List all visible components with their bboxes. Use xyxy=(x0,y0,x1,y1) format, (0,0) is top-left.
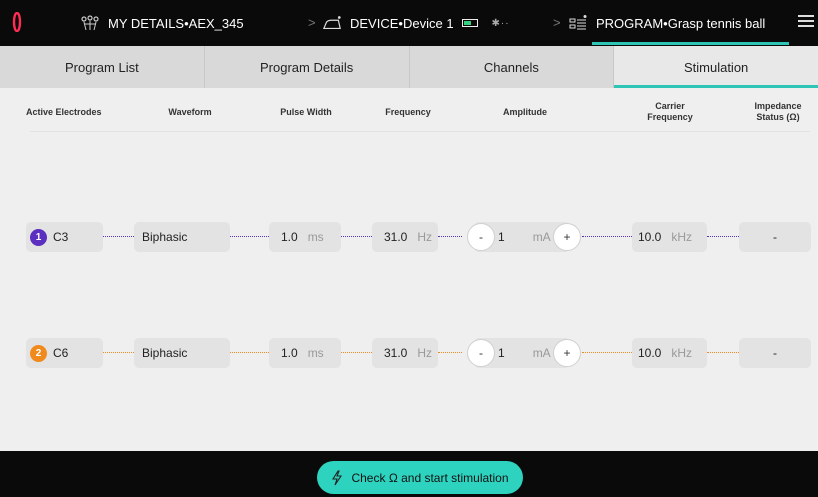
tab-program-list[interactable]: Program List xyxy=(0,46,205,88)
frequency-unit: Hz xyxy=(417,346,433,360)
amplitude-increase-button[interactable]: + xyxy=(553,339,581,367)
col-waveform: Waveform xyxy=(168,106,212,117)
pulse-width-field[interactable]: 1.0 ms xyxy=(269,222,341,252)
pulse-width-unit: ms xyxy=(307,346,324,360)
tab-bar: Program List Program Details Channels St… xyxy=(0,46,818,88)
row-connector xyxy=(707,352,739,353)
header-divider xyxy=(30,131,810,132)
amplitude-unit: mA xyxy=(532,230,551,244)
battery-icon xyxy=(461,19,478,27)
carrier-frequency-field[interactable]: 10.0 kHz xyxy=(632,222,707,252)
row-connector xyxy=(103,352,134,353)
electrode-name: C3 xyxy=(53,230,69,244)
stimulation-row-2: 2 C6 Biphasic 1.0 ms 31.0 Hz 1 mA - + 10… xyxy=(0,338,818,368)
waveform-field[interactable]: Biphasic xyxy=(134,338,230,368)
amplitude-decrease-button[interactable]: - xyxy=(467,223,495,251)
row-connector xyxy=(341,236,372,237)
carrier-unit: kHz xyxy=(671,346,693,360)
pulse-width-value: 1.0 xyxy=(281,230,298,244)
impedance-status: - xyxy=(739,222,811,252)
carrier-value: 10.0 xyxy=(638,346,662,360)
impedance-status: - xyxy=(739,338,811,368)
details-label: MY DETAILS xyxy=(108,15,185,31)
row-connector xyxy=(582,352,632,353)
tab-stimulation[interactable]: Stimulation xyxy=(614,46,818,88)
program-list-icon xyxy=(568,13,588,33)
top-bar: MY DETAILS • AEX_345 > DEVICE • Device 1… xyxy=(0,0,818,46)
pulse-width-field[interactable]: 1.0 ms xyxy=(269,338,341,368)
amplitude-increase-button[interactable]: + xyxy=(553,223,581,251)
col-impedance-status: Impedance Status (Ω) xyxy=(754,101,802,122)
pulse-width-value: 1.0 xyxy=(281,346,298,360)
device-label: DEVICE xyxy=(350,15,399,31)
electrode-name: C6 xyxy=(53,346,69,360)
amplitude-value: 1 xyxy=(498,346,505,360)
check-and-start-button[interactable]: Check Ω and start stimulation xyxy=(317,461,523,494)
row-connector xyxy=(230,352,269,353)
carrier-frequency-field[interactable]: 10.0 kHz xyxy=(632,338,707,368)
start-label: Check Ω and start stimulation xyxy=(351,470,509,485)
chevron-right-icon: > xyxy=(308,15,316,30)
carrier-unit: kHz xyxy=(671,230,693,244)
device-value: Device 1 xyxy=(402,15,454,31)
device-segment[interactable]: DEVICE • Device 1 ✱·· xyxy=(322,0,510,46)
program-segment[interactable]: PROGRAM • Grasp tennis ball xyxy=(568,0,765,46)
col-amplitude: Amplitude xyxy=(503,106,547,117)
row-connector xyxy=(438,352,462,353)
tab-program-details[interactable]: Program Details xyxy=(205,46,410,88)
my-details-segment[interactable]: MY DETAILS • AEX_345 xyxy=(80,0,244,46)
row-connector xyxy=(341,352,372,353)
electrode-chip: 2 C6 xyxy=(26,338,103,368)
col-frequency: Frequency xyxy=(385,106,431,117)
bluetooth-icon: ✱·· xyxy=(491,17,510,29)
amplitude-decrease-button[interactable]: - xyxy=(467,339,495,367)
row-connector xyxy=(582,236,632,237)
program-underline xyxy=(592,42,789,45)
frequency-value: 31.0 xyxy=(384,230,408,244)
col-carrier-frequency: Carrier Frequency xyxy=(647,101,693,122)
app-logo xyxy=(12,11,22,33)
frequency-field[interactable]: 31.0 Hz xyxy=(372,222,438,252)
tab-channels[interactable]: Channels xyxy=(410,46,615,88)
row-connector xyxy=(438,236,462,237)
hamburger-menu-icon[interactable] xyxy=(798,15,814,27)
person-network-icon xyxy=(80,13,100,33)
program-value: Grasp tennis ball xyxy=(667,15,766,31)
amplitude-unit: mA xyxy=(532,346,551,360)
device-icon xyxy=(322,13,342,33)
lightning-icon xyxy=(331,469,343,486)
details-value: AEX_345 xyxy=(188,15,244,31)
waveform-field[interactable]: Biphasic xyxy=(134,222,230,252)
pulse-width-unit: ms xyxy=(307,230,324,244)
amplitude-value: 1 xyxy=(498,230,505,244)
electrode-index-badge: 2 xyxy=(30,344,47,362)
waveform-value: Biphasic xyxy=(142,230,188,244)
col-pulse-width: Pulse Width xyxy=(280,106,332,117)
chevron-right-icon: > xyxy=(553,15,561,30)
carrier-value: 10.0 xyxy=(638,230,662,244)
row-connector xyxy=(230,236,269,237)
electrode-index-badge: 1 xyxy=(30,228,47,246)
electrode-chip: 1 C3 xyxy=(26,222,103,252)
row-connector xyxy=(103,236,134,237)
frequency-value: 31.0 xyxy=(384,346,408,360)
frequency-unit: Hz xyxy=(417,230,433,244)
frequency-field[interactable]: 31.0 Hz xyxy=(372,338,438,368)
waveform-value: Biphasic xyxy=(142,346,188,360)
stimulation-row-1: 1 C3 Biphasic 1.0 ms 31.0 Hz 1 mA - + 10… xyxy=(0,222,818,252)
col-active-electrodes: Active Electrodes xyxy=(26,106,102,117)
row-connector xyxy=(707,236,739,237)
program-label: PROGRAM xyxy=(596,15,664,31)
footer-bar: Check Ω and start stimulation xyxy=(0,451,818,497)
